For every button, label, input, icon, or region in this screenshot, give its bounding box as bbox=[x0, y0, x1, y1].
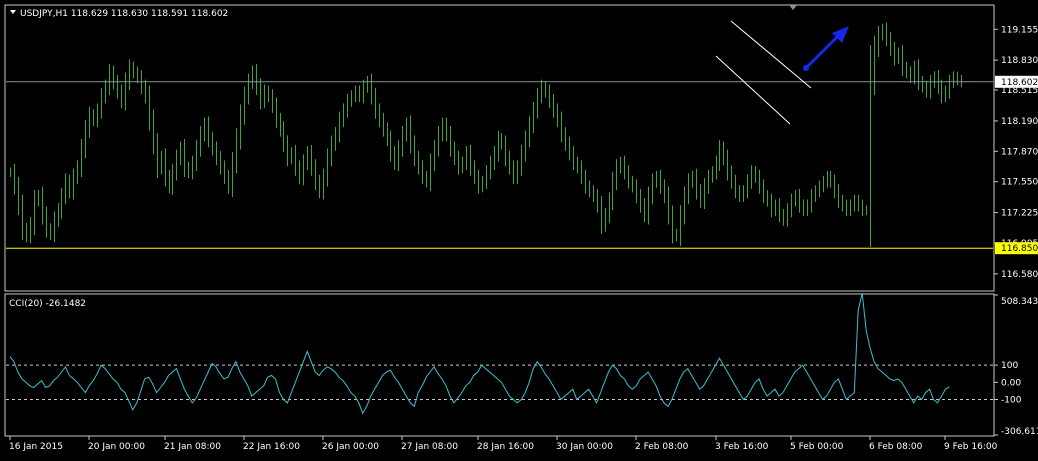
channel-upper-line[interactable] bbox=[730, 20, 812, 89]
time-axis-label: 21 Jan 08:00 bbox=[164, 442, 221, 452]
time-axis-label: 6 Feb 08:00 bbox=[869, 442, 923, 452]
time-axis-label: 16 Jan 2015 bbox=[9, 442, 63, 452]
price-axis-label: 117.225 bbox=[1001, 209, 1038, 219]
support-label: 116.850 bbox=[1001, 244, 1038, 254]
cci-axis-label: -306.6117 bbox=[1001, 427, 1038, 437]
cci-axis-layer: 508.3437 100 0.00 -100 -306.6117 bbox=[994, 294, 1038, 437]
cci-axis-label: -100 bbox=[1001, 396, 1022, 406]
cci-axis-label: 508.3437 bbox=[1001, 297, 1038, 307]
chart-canvas[interactable]: 119.155118.830118.515118.190117.870117.5… bbox=[0, 0, 1038, 457]
triangle-down-icon[interactable] bbox=[10, 10, 16, 14]
time-axis-label: 28 Jan 16:00 bbox=[477, 442, 534, 452]
time-axis-label: 2 Feb 08:00 bbox=[635, 442, 689, 452]
time-axis-label: 26 Jan 00:00 bbox=[322, 442, 379, 452]
price-lines-layer bbox=[6, 81, 993, 249]
time-axis-label: 27 Jan 08:00 bbox=[401, 442, 458, 452]
time-axis-label: 5 Feb 00:00 bbox=[790, 442, 844, 452]
chart-shift-marker-icon[interactable] bbox=[789, 5, 797, 10]
time-axis-label: 3 Feb 16:00 bbox=[715, 442, 769, 452]
time-axis-label: 20 Jan 00:00 bbox=[88, 442, 145, 452]
time-axis-label: 9 Feb 16:00 bbox=[944, 442, 998, 452]
cci-axis-label: 100 bbox=[1001, 361, 1018, 371]
price-axis-label: 118.190 bbox=[1001, 117, 1038, 127]
price-axis-label: 117.870 bbox=[1001, 147, 1038, 157]
price-axis-label: 116.580 bbox=[1001, 270, 1038, 280]
bid-price-label: 118.602 bbox=[1001, 78, 1038, 88]
cci-title: CCI(20) -26.1482 bbox=[9, 299, 86, 309]
price-axis-layer: 119.155118.830118.515118.190117.870117.5… bbox=[994, 25, 1038, 280]
time-axis-label: 22 Jan 16:00 bbox=[243, 442, 300, 452]
time-axis-label: 30 Jan 00:00 bbox=[556, 442, 613, 452]
price-axis-label: 118.830 bbox=[1001, 56, 1038, 66]
price-axis-label: 117.550 bbox=[1001, 178, 1038, 188]
price-axis-label: 119.155 bbox=[1001, 25, 1038, 35]
symbol-header: USDJPY,H1 118.629 118.630 118.591 118.60… bbox=[20, 9, 228, 19]
channel-lower-line[interactable] bbox=[715, 55, 791, 125]
time-axis-layer: 16 Jan 2015 20 Jan 00:00 21 Jan 08:00 22 Ja… bbox=[9, 436, 998, 452]
cci-axis-label: 0.00 bbox=[1001, 378, 1021, 388]
cci-line bbox=[9, 292, 950, 415]
arrow-up-right-icon[interactable] bbox=[803, 26, 849, 71]
chart-window[interactable]: 119.155 118.830 118.515 118.190 117.870 117.5… bbox=[0, 0, 1038, 457]
cci-layer bbox=[6, 292, 993, 415]
